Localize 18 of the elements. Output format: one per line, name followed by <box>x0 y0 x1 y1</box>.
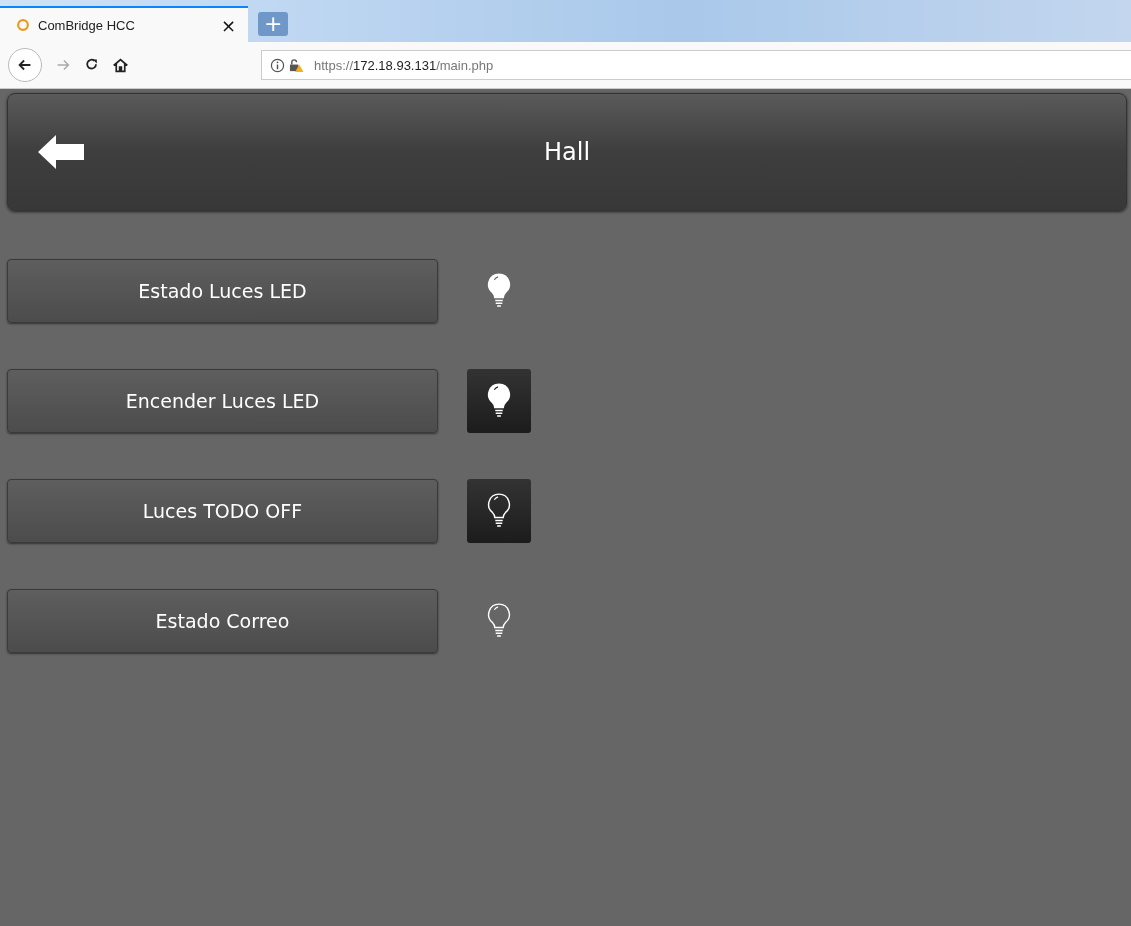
url-text: https://172.18.93.131/main.php <box>314 57 494 73</box>
ring-logo-icon <box>16 18 30 32</box>
action-button[interactable]: Estado Luces LED <box>7 259 438 323</box>
action-button[interactable]: Estado Correo <box>7 589 438 653</box>
back-arrow-icon[interactable] <box>38 135 84 169</box>
info-icon[interactable] <box>270 57 285 73</box>
action-button[interactable]: Luces TODO OFF <box>7 479 438 543</box>
tab-title: ComBridge HCC <box>38 17 136 33</box>
lock-warning-icon[interactable] <box>289 57 304 73</box>
page-title: Hall <box>542 138 592 166</box>
home-icon[interactable] <box>112 56 129 74</box>
back-button[interactable] <box>8 48 42 82</box>
close-tab-button[interactable]: × <box>220 14 236 36</box>
address-bar[interactable]: https://172.18.93.131/main.php <box>261 50 1131 80</box>
bulb-button[interactable] <box>467 479 531 543</box>
browser-tab[interactable]: ComBridge HCC × <box>0 6 248 42</box>
bulb-button[interactable] <box>467 369 531 433</box>
action-button[interactable]: Encender Luces LED <box>7 369 438 433</box>
